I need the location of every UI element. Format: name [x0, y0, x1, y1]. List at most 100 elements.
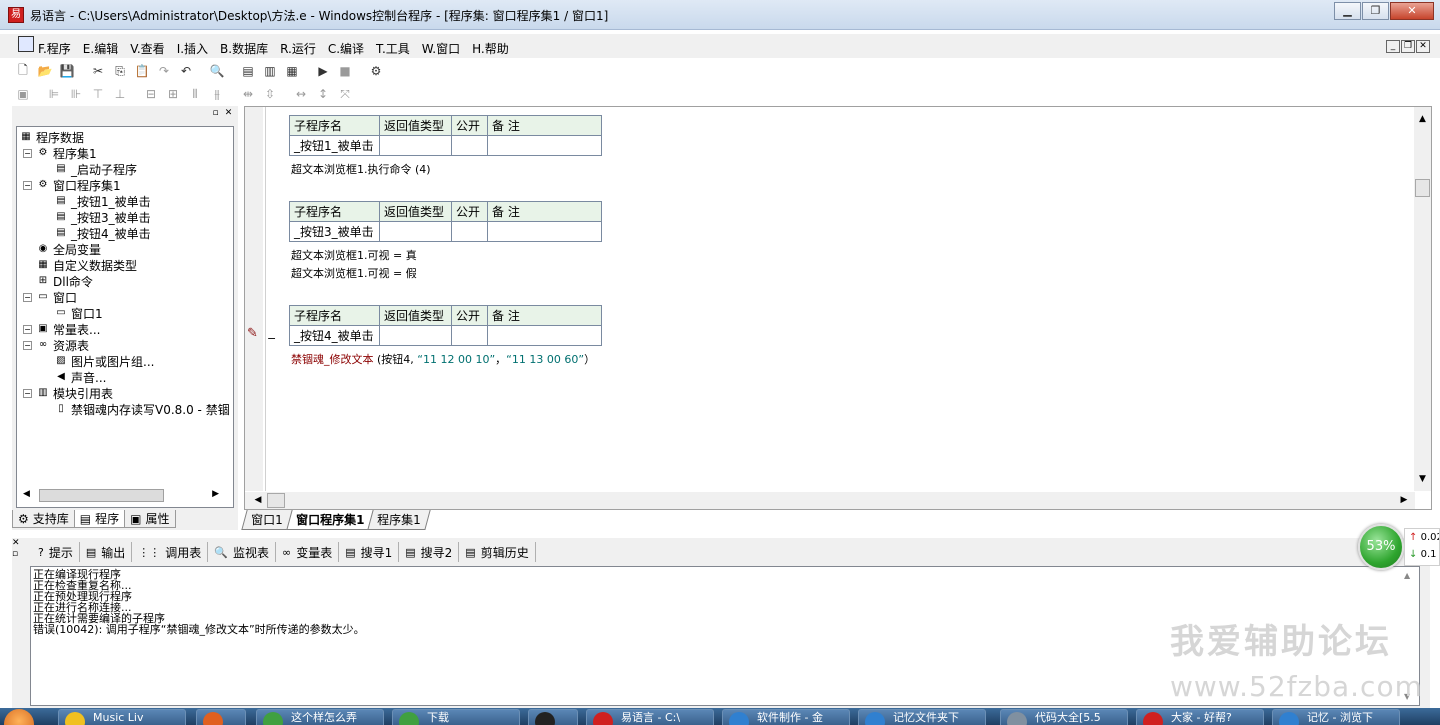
output-close-icon[interactable]: ✕: [12, 538, 24, 549]
close-button[interactable]: ✕: [1390, 2, 1434, 20]
stop-icon[interactable]: ■: [334, 61, 356, 81]
taskbar-button[interactable]: 软件制作 - 金: [722, 709, 850, 725]
code-line[interactable]: 超文本浏览框1.执行命令 (4): [291, 161, 431, 177]
subroutine-name-cell[interactable]: _按钮4_被单击: [289, 325, 380, 346]
table-cell[interactable]: [379, 135, 452, 156]
menu-item[interactable]: W.窗口: [422, 40, 460, 57]
menu-item[interactable]: I.插入: [177, 40, 208, 57]
panel-close-icon[interactable]: ✕: [223, 108, 234, 119]
collapse-icon[interactable]: −: [23, 324, 32, 334]
taskbar-button[interactable]: 记忆文件夹下: [858, 709, 986, 725]
taskbar-button[interactable]: 这个样怎么弄: [256, 709, 384, 725]
tree-item[interactable]: ◉ 全局变量: [23, 241, 101, 257]
tab-callstack[interactable]: ⋮⋮ 调用表: [132, 542, 209, 562]
table-cell[interactable]: [487, 135, 602, 156]
output-float-icon[interactable]: ▫: [12, 549, 24, 560]
layout3-icon[interactable]: ▦: [281, 61, 303, 81]
size-h-icon[interactable]: ↕: [312, 84, 334, 104]
distribute-v-icon[interactable]: ⫵: [206, 84, 228, 104]
table-cell[interactable]: [487, 221, 602, 242]
taskbar-button[interactable]: 下载: [392, 709, 520, 725]
tab-library[interactable]: ⚙ 支持库: [12, 510, 75, 528]
tab-program[interactable]: ▤ 程序: [73, 510, 126, 528]
menu-item[interactable]: F.程序: [38, 40, 71, 57]
mdi-restore-button[interactable]: ❐: [1401, 40, 1415, 53]
doc-tab[interactable]: 窗口程序集1: [285, 510, 374, 530]
tab-clipboard-history[interactable]: ▤ 剪辑历史: [459, 542, 536, 562]
paste-icon[interactable]: 📋: [131, 61, 153, 81]
tab-search2[interactable]: ▤ 搜寻2: [399, 542, 460, 562]
tree-item[interactable]: − ⚙ 窗口程序集1: [23, 177, 121, 193]
scroll-down-icon[interactable]: ▼: [1415, 471, 1430, 487]
table-cell[interactable]: [451, 221, 488, 242]
undo-icon[interactable]: ↶: [175, 61, 197, 81]
collapse-icon[interactable]: −: [23, 388, 32, 398]
open-folder-icon[interactable]: 📂: [34, 61, 56, 81]
code-line[interactable]: 超文本浏览框1.可视 = 真: [291, 247, 417, 263]
cut-icon[interactable]: ✂: [87, 61, 109, 81]
menu-item[interactable]: H.帮助: [472, 40, 509, 57]
menu-item[interactable]: B.数据库: [220, 40, 268, 57]
tab-search1[interactable]: ▤ 搜寻1: [339, 542, 400, 562]
tab-properties[interactable]: ▣ 属性: [124, 510, 176, 528]
redo-icon[interactable]: ↷: [153, 61, 175, 81]
table-cell[interactable]: [451, 135, 488, 156]
document-icon[interactable]: [18, 36, 34, 52]
tree-item[interactable]: ▦ 自定义数据类型: [23, 257, 137, 273]
taskbar-button[interactable]: [528, 709, 578, 725]
find-icon[interactable]: 🔍: [206, 61, 228, 81]
new-file-icon[interactable]: 🗋: [12, 61, 34, 81]
center-h-icon[interactable]: ⊟: [140, 84, 162, 104]
tree-item[interactable]: ▤ _按钮3_被单击: [41, 209, 150, 225]
doc-tab[interactable]: 窗口1: [241, 510, 293, 530]
menu-item[interactable]: T.工具: [376, 40, 410, 57]
collapse-icon[interactable]: −: [23, 340, 32, 350]
run-icon[interactable]: ▶: [312, 61, 334, 81]
mdi-close-button[interactable]: ✕: [1416, 40, 1430, 53]
cpu-usage-badge[interactable]: 53%: [1358, 524, 1404, 570]
taskbar-button[interactable]: 记忆 - 浏览下: [1272, 709, 1400, 725]
panel-float-icon[interactable]: ▫: [210, 108, 221, 119]
collapse-icon[interactable]: −: [23, 148, 32, 158]
table-cell[interactable]: [379, 221, 452, 242]
tree-hscrollbar[interactable]: ◀ ▶: [21, 488, 221, 503]
menu-item[interactable]: V.查看: [130, 40, 164, 57]
doc-tab[interactable]: 程序集1: [367, 510, 431, 530]
menu-item[interactable]: R.运行: [280, 40, 316, 57]
save-icon[interactable]: 💾: [56, 61, 78, 81]
maximize-button[interactable]: ❐: [1362, 2, 1389, 20]
compile-icon[interactable]: ⚙: [365, 61, 387, 81]
tree-item[interactable]: ◀ 声音...: [41, 369, 106, 385]
align-right-icon[interactable]: ⊪: [65, 84, 87, 104]
editor-hscroll-thumb[interactable]: [267, 493, 285, 508]
size-both-icon[interactable]: ⤧: [334, 84, 356, 104]
tree-item[interactable]: − ⚙ 程序集1: [23, 145, 97, 161]
tab-watch[interactable]: 🔍 监视表: [208, 542, 277, 562]
collapse-icon[interactable]: −: [23, 180, 32, 190]
scroll-up-icon[interactable]: ▲: [1415, 111, 1430, 127]
code-line[interactable]: 禁锢魂_修改文本 (按钮4, “11 12 00 10”，“11 13 00 6…: [291, 351, 595, 367]
collapse-icon[interactable]: −: [23, 292, 32, 302]
taskbar-button[interactable]: 易语言 - C:\: [586, 709, 714, 725]
align-icon[interactable]: ▣: [12, 84, 34, 104]
align-left-icon[interactable]: ⊫: [43, 84, 65, 104]
distribute-h-icon[interactable]: ⫴: [184, 84, 206, 104]
taskbar-button[interactable]: 大家 - 好帮?: [1136, 709, 1264, 725]
tree-item[interactable]: ▯ 禁锢魂内存读写V0.8.0 - 禁锢: [41, 401, 229, 417]
tree-root[interactable]: ▦ 程序数据: [19, 129, 84, 145]
code-editor[interactable]: ✎ − 子程序名 返回值类型 公开备 注 _按钮1_被单击 超文本浏览框1.执行命令 (…: [244, 106, 1432, 510]
copy-icon[interactable]: ⎘: [109, 61, 131, 81]
align-bottom-icon[interactable]: ⊥: [109, 84, 131, 104]
tree-item[interactable]: ⊞ Dll命令: [23, 273, 93, 289]
tab-hint[interactable]: ? 提示: [32, 542, 80, 562]
taskbar-button[interactable]: 代码大全[5.5: [1000, 709, 1128, 725]
align-top-icon[interactable]: ⊤: [87, 84, 109, 104]
menu-item[interactable]: E.编辑: [83, 40, 118, 57]
taskbar-button[interactable]: Music Liv: [58, 709, 186, 725]
subroutine-name-cell[interactable]: _按钮3_被单击: [289, 221, 380, 242]
layout2-icon[interactable]: ▥: [259, 61, 281, 81]
tree-item[interactable]: − ▥ 模块引用表: [23, 385, 113, 401]
tree-item[interactable]: ▤ _按钮1_被单击: [41, 193, 150, 209]
tree-hscroll-thumb[interactable]: [39, 489, 164, 502]
center-v-icon[interactable]: ⊞: [162, 84, 184, 104]
